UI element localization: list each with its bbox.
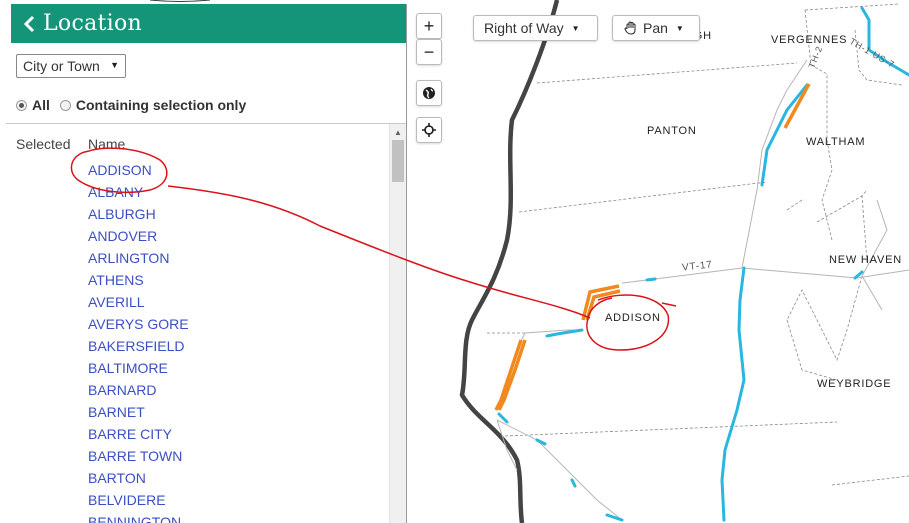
town-list-item[interactable]: ARLINGTON	[88, 247, 189, 269]
town-list-item[interactable]: BARTON	[88, 467, 189, 489]
town-list-item[interactable]: ALBANY	[88, 181, 189, 203]
town-list-item[interactable]: ATHENS	[88, 269, 189, 291]
place-label-panton: PANTON	[647, 125, 697, 137]
town-boundaries	[487, 3, 909, 486]
locate-button[interactable]	[416, 117, 442, 143]
tool-dropdown[interactable]: Pan ▼	[612, 15, 700, 41]
town-list-item[interactable]: BARRE TOWN	[88, 445, 189, 467]
town-list-item[interactable]: BARNARD	[88, 379, 189, 401]
zoom-in-button[interactable]: +	[416, 13, 442, 39]
radio-all-label: All	[32, 97, 50, 113]
location-type-value: City or Town	[23, 58, 100, 74]
layer-dropdown[interactable]: Right of Way ▼	[473, 15, 598, 41]
panel-header: Location	[11, 4, 406, 43]
panel-title: Location	[43, 11, 142, 36]
radio-all[interactable]: All	[16, 97, 50, 113]
back-arrow-icon[interactable]	[21, 15, 37, 32]
hand-icon	[624, 21, 636, 35]
filter-radio-group: All Containing selection only	[16, 95, 256, 115]
layer-dropdown-label: Right of Way	[484, 20, 564, 36]
roads	[496, 59, 909, 521]
scroll-thumb[interactable]	[392, 140, 404, 182]
town-list-item[interactable]: AVERYS GORE	[88, 313, 189, 335]
radio-containing-selection-label: Containing selection only	[75, 97, 247, 113]
town-list-item[interactable]: BELVIDERE	[88, 489, 189, 511]
location-panel: Location City or Town ▼ All Containing s…	[0, 0, 407, 523]
town-list-item[interactable]: BENNINGTON	[88, 511, 189, 523]
town-list-item[interactable]: ADDISON	[88, 159, 189, 181]
place-label-addison: ADDISON	[605, 312, 661, 324]
dropdown-arrow-icon: ▼	[110, 60, 119, 70]
column-header-selected: Selected	[16, 136, 71, 152]
place-label-vergennes: VERGENNES	[771, 34, 848, 46]
list-scrollbar[interactable]: ▲	[389, 124, 406, 523]
globe-icon	[423, 87, 435, 99]
tool-dropdown-label: Pan	[643, 20, 668, 36]
town-list-item[interactable]: BARRE CITY	[88, 423, 189, 445]
caret-down-icon: ▼	[571, 23, 580, 33]
place-label-weybridge: WEYBRIDGE	[817, 378, 892, 390]
caret-down-icon: ▼	[675, 23, 684, 33]
place-label-new-haven: NEW HAVEN	[829, 254, 903, 266]
place-label-waltham: WALTHAM	[806, 136, 866, 148]
globe-button[interactable]	[416, 80, 442, 106]
scroll-up-arrow-icon[interactable]: ▲	[390, 124, 406, 140]
town-list-item[interactable]: ALBURGH	[88, 203, 189, 225]
town-list-item[interactable]: BAKERSFIELD	[88, 335, 189, 357]
map-view[interactable]: RGH VERGENNES PANTON WALTHAM NEW HAVEN A…	[407, 0, 909, 523]
column-header-name: Name	[88, 136, 126, 152]
radio-all-dot[interactable]	[16, 99, 27, 111]
zoom-out-button[interactable]: −	[416, 39, 442, 65]
crosshair-icon	[422, 123, 436, 137]
radio-containing-selection-dot[interactable]	[59, 99, 71, 111]
location-type-select[interactable]: City or Town ▼	[16, 54, 126, 78]
town-list: ADDISON ALBANY ALBURGH ANDOVER ARLINGTON ATHE…	[88, 159, 189, 523]
town-list-item[interactable]: BALTIMORE	[88, 357, 189, 379]
town-list-item[interactable]: ANDOVER	[88, 225, 189, 247]
town-list-item[interactable]: AVERILL	[88, 291, 189, 313]
town-list-item[interactable]: BARNET	[88, 401, 189, 423]
divider	[6, 123, 406, 124]
radio-containing-selection[interactable]: Containing selection only	[59, 97, 247, 113]
